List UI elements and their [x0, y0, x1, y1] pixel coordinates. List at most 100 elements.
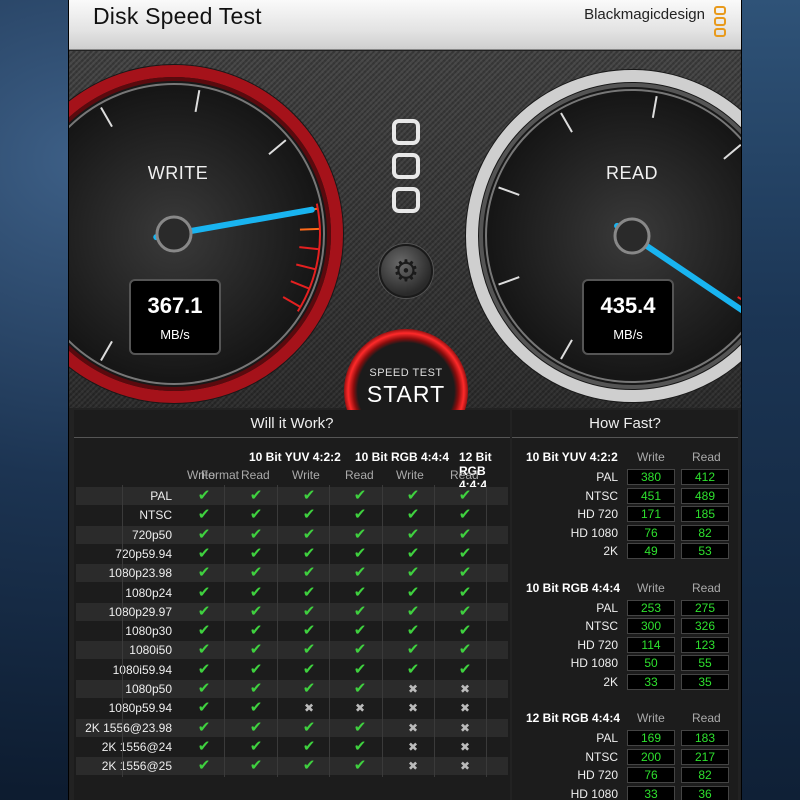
format-row: 1080p23.98 ✔ ✔ ✔ ✔ ✔ ✔: [76, 564, 508, 583]
speed-format-label: HD 1080: [570, 786, 618, 800]
write-speed-value: 451: [627, 487, 675, 504]
read-readout: 435.4 MB/s: [582, 279, 674, 355]
speed-row: NTSC 451 489: [512, 487, 738, 505]
speed-row: 2K 49 53: [512, 542, 738, 560]
check-icon: ✔: [197, 699, 211, 717]
check-icon: ✔: [197, 660, 211, 678]
read-speed-value: 53: [681, 543, 729, 559]
gear-icon: ⚙: [392, 254, 420, 288]
check-icon: ✔: [302, 525, 316, 543]
format-label: 2K 1556@25: [101, 759, 172, 774]
blackmagic-logo-icon: [389, 119, 423, 219]
column-divider: [434, 485, 435, 777]
check-icon: ✔: [302, 622, 316, 640]
write-speed-value: 76: [627, 767, 675, 783]
read-unit: MB/s: [613, 327, 643, 342]
speed-format-label: HD 720: [577, 637, 618, 652]
write-speed-value: 114: [627, 636, 675, 653]
check-icon: ✔: [302, 506, 316, 524]
check-icon: ✔: [406, 544, 420, 562]
read-speed-value: 35: [681, 673, 729, 690]
read-speed-value: 82: [681, 524, 729, 541]
read-speed-value: 412: [681, 469, 729, 485]
will-it-work-title: Will it Work?: [74, 410, 510, 438]
brand-logo-icon: [712, 4, 728, 40]
column-divider: [486, 485, 487, 777]
format-row: 1080i59.94 ✔ ✔ ✔ ✔ ✔ ✔: [76, 661, 508, 679]
cross-icon: ✖: [459, 682, 471, 696]
check-icon: ✔: [197, 718, 211, 736]
check-icon: ✔: [197, 583, 211, 601]
write-column-header: Write: [637, 450, 665, 464]
settings-gear-button[interactable]: ⚙: [379, 244, 433, 298]
format-row: 1080p50 ✔ ✔ ✔ ✔ ✖ ✖: [76, 680, 508, 698]
check-icon: ✔: [249, 602, 263, 620]
app-window: Disk Speed Test Blackmagicdesign WRITE 3…: [68, 0, 742, 800]
check-icon: ✔: [406, 602, 420, 620]
read-column-header: Read: [345, 468, 374, 482]
check-icon: ✔: [406, 506, 420, 524]
check-icon: ✔: [249, 737, 263, 755]
read-column-header: Read: [241, 468, 270, 482]
check-icon: ✔: [406, 525, 420, 543]
check-icon: ✔: [249, 622, 263, 640]
check-icon: ✔: [302, 583, 316, 601]
format-row: 1080p29.97 ✔ ✔ ✔ ✔ ✔ ✔: [76, 602, 508, 621]
cross-icon: ✖: [407, 739, 419, 754]
check-icon: ✔: [249, 525, 263, 543]
how-fast-panel: How Fast? 10 Bit YUV 4:2:2 Write Read PAL 38…: [512, 410, 738, 800]
cross-icon: ✖: [303, 701, 315, 716]
read-column-header: Read: [692, 711, 721, 725]
format-row: 720p59.94 ✔ ✔ ✔ ✔ ✔ ✔: [76, 545, 508, 563]
write-readout: 367.1 MB/s: [129, 279, 221, 355]
how-fast-title: How Fast?: [512, 410, 738, 438]
read-speed-value: 36: [681, 785, 729, 800]
speed-format-label: PAL: [596, 470, 618, 484]
read-speed-value: 185: [681, 506, 729, 522]
write-speed-value: 253: [627, 599, 675, 616]
format-label: 1080p50: [125, 682, 172, 696]
speed-row: HD 1080 76 82: [512, 524, 738, 542]
speed-row: NTSC 200 217: [512, 748, 738, 766]
check-icon: ✔: [353, 544, 367, 562]
format-row: 2K 1556@25 ✔ ✔ ✔ ✔ ✖ ✖: [76, 757, 508, 776]
speed-row: HD 720 76 82: [512, 766, 738, 784]
format-row: NTSC ✔ ✔ ✔ ✔ ✔ ✔: [76, 506, 508, 524]
desktop-background-right: [742, 0, 800, 800]
check-icon: ✔: [458, 525, 472, 543]
read-speed-value: 326: [681, 618, 729, 634]
check-icon: ✔: [458, 622, 472, 640]
window-title: Disk Speed Test: [93, 3, 262, 29]
check-icon: ✔: [249, 757, 263, 775]
write-column-header: Write: [292, 468, 320, 482]
check-icon: ✔: [249, 680, 263, 697]
format-label: 720p50: [131, 527, 172, 542]
format-label: PAL: [150, 489, 172, 503]
check-icon: ✔: [197, 602, 211, 620]
column-divider: [277, 485, 278, 777]
check-icon: ✔: [406, 641, 420, 659]
check-icon: ✔: [353, 506, 367, 524]
format-row: 2K 1556@24 ✔ ✔ ✔ ✔ ✖ ✖: [76, 738, 508, 756]
cross-icon: ✖: [407, 720, 419, 735]
speed-row: HD 720 171 185: [512, 505, 738, 523]
check-icon: ✔: [353, 487, 367, 504]
check-icon: ✔: [197, 622, 211, 640]
write-speed-value: 33: [627, 785, 675, 800]
read-needle-hub: [613, 217, 651, 255]
write-column-header: Write: [187, 468, 215, 482]
format-label: 720p59.94: [115, 546, 172, 561]
check-icon: ✔: [458, 583, 472, 601]
write-gauge-title: WRITE: [147, 163, 209, 183]
read-gauge: [465, 69, 741, 403]
check-icon: ✔: [353, 680, 367, 697]
write-speed-value: 169: [627, 730, 675, 746]
read-column-header: Read: [692, 450, 721, 464]
title-bar[interactable]: Disk Speed Test Blackmagicdesign: [69, 0, 741, 50]
speed-format-label: 2K: [603, 544, 618, 558]
check-icon: ✔: [353, 718, 367, 736]
check-icon: ✔: [458, 544, 472, 562]
check-icon: ✔: [197, 487, 211, 504]
read-value: 435.4: [600, 293, 656, 318]
cross-icon: ✖: [407, 682, 419, 696]
